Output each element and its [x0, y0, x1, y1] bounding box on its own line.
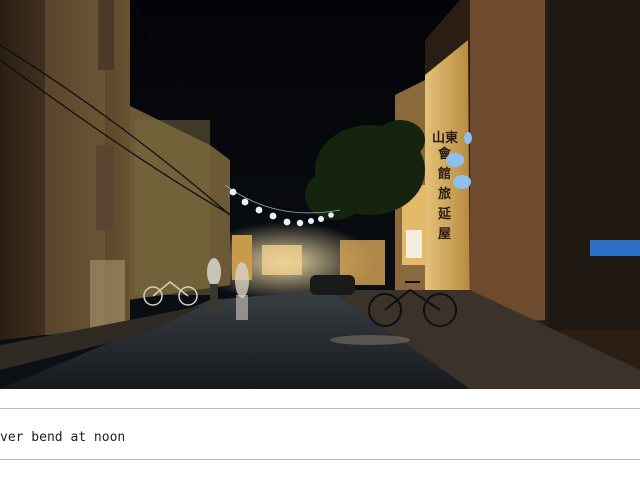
svg-text:館: 館 — [438, 166, 451, 182]
svg-text:屋: 屋 — [438, 227, 451, 242]
svg-text:旅: 旅 — [438, 186, 451, 202]
caption-text: ver bend at noon — [0, 430, 126, 445]
left-shutter-lower — [96, 145, 114, 230]
caption-divider-bottom — [0, 459, 640, 460]
scooters — [310, 275, 355, 295]
left-shutter-upper — [98, 0, 114, 70]
svg-text:山東: 山東 — [432, 130, 458, 146]
blue-neon-sign — [590, 240, 640, 256]
svg-text:延: 延 — [437, 206, 452, 222]
caption-divider-top — [0, 408, 640, 409]
street-photo: 山東 會 館 旅 延 屋 — [0, 0, 640, 389]
